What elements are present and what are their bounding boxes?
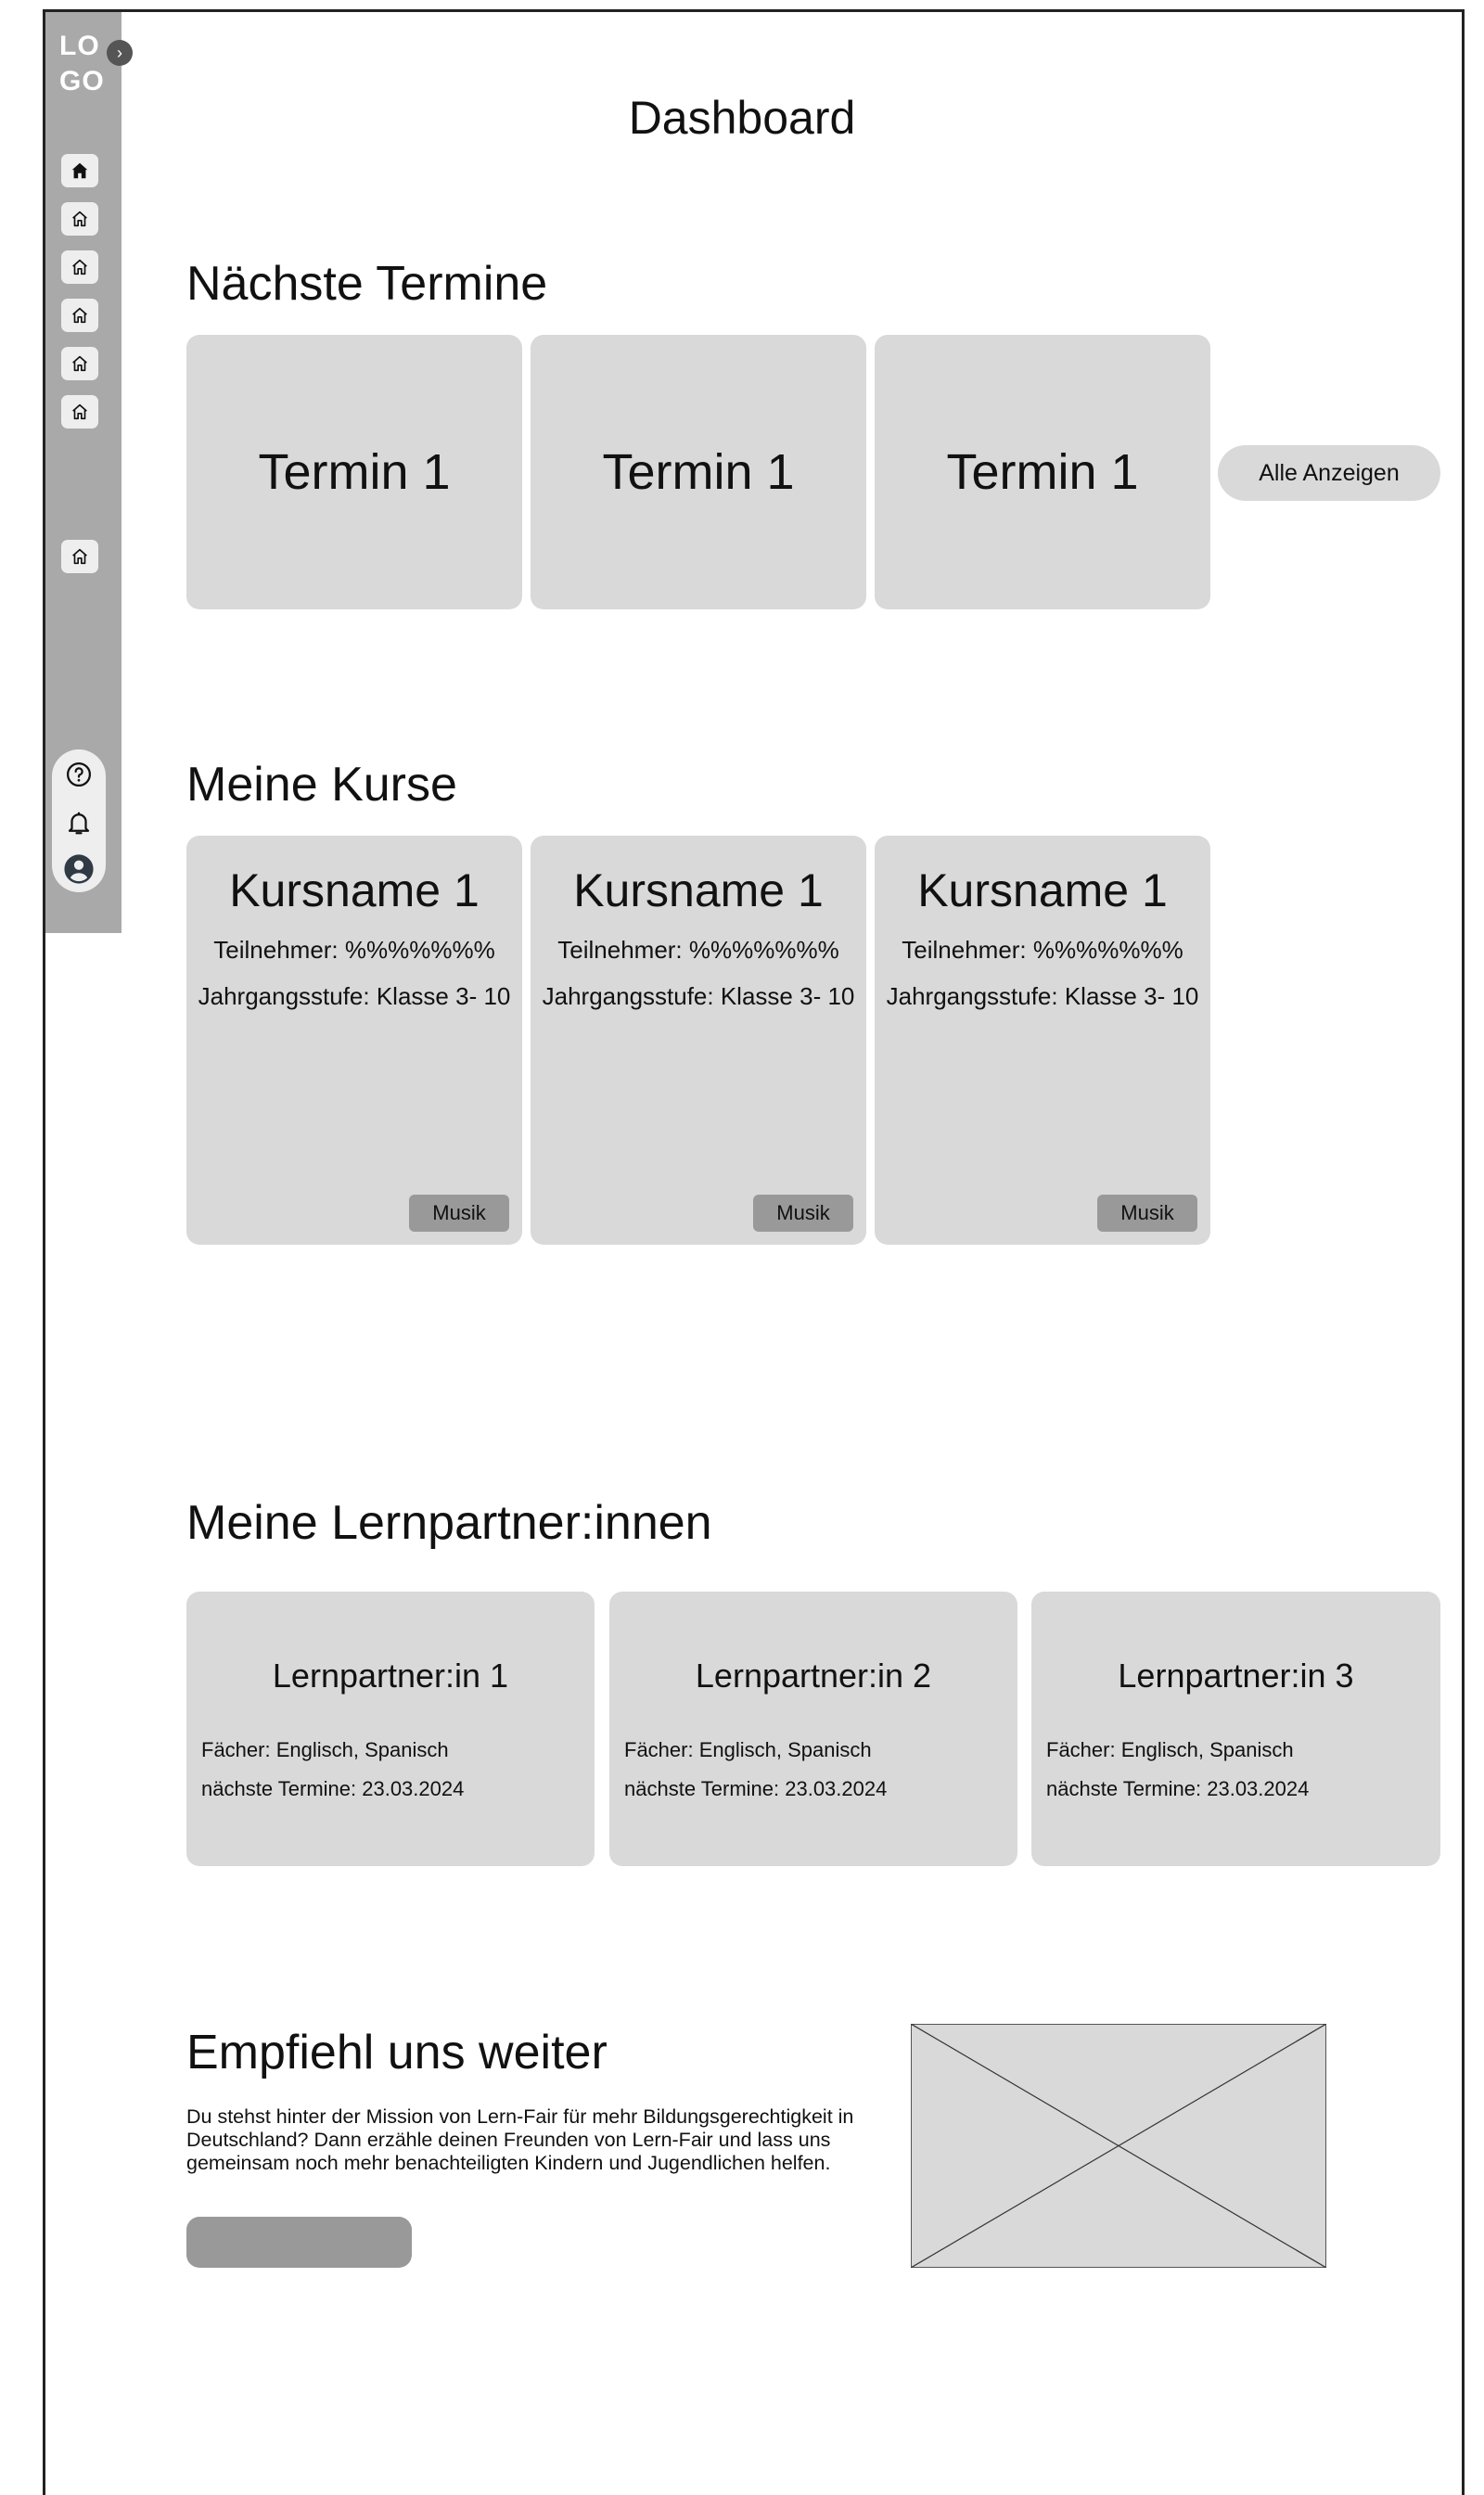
sidebar-item-5[interactable] [61,347,98,380]
appointment-card[interactable]: Termin 1 [531,335,866,609]
course-grade: Jahrgangsstufe: Klasse 3- 10 [198,982,511,1010]
appointment-card[interactable]: Termin 1 [186,335,522,609]
chevron-right-icon[interactable]: › [107,40,133,66]
partner-next-appointment: nächste Termine: 23.03.2024 [624,1777,888,1800]
partner-card[interactable]: Lernpartner:in 1 Fächer: Englisch, Spani… [186,1592,595,1866]
course-card[interactable]: Kursname 1 Teilnehmer: %%%%%%% Jahrgangs… [186,836,522,1245]
bell-icon[interactable] [63,807,95,838]
partner-subjects: Fächer: Englisch, Spanisch [201,1738,449,1761]
home-filled-icon [71,162,88,179]
course-grade: Jahrgangsstufe: Klasse 3- 10 [542,982,855,1010]
page-title: Dashboard [628,92,856,144]
course-participants: Teilnehmer: %%%%%%% [902,936,1183,964]
show-all-appointments-button[interactable]: Alle Anzeigen [1218,445,1440,501]
course-participants: Teilnehmer: %%%%%%% [213,936,495,964]
recommend-text: Du stehst hinter der Mission von Lern-Fa… [186,2105,854,2174]
course-card[interactable]: Kursname 1 Teilnehmer: %%%%%%% Jahrgangs… [531,836,866,1245]
sidebar-item-home[interactable] [61,154,98,187]
partner-name: Lernpartner:in 3 [1118,1657,1354,1695]
course-card[interactable]: Kursname 1 Teilnehmer: %%%%%%% Jahrgangs… [875,836,1210,1245]
partner-card[interactable]: Lernpartner:in 3 Fächer: Englisch, Spani… [1031,1592,1440,1866]
recommend-title: Empfiehl uns weiter [186,2026,608,2079]
partner-next-appointment: nächste Termine: 23.03.2024 [201,1777,465,1800]
sidebar-item-7[interactable] [61,540,98,573]
appointments-title: Nächste Termine [186,257,548,311]
logo-line-1: LO [59,31,100,61]
appointment-card[interactable]: Termin 1 [875,335,1210,609]
recommend-button[interactable] [186,2217,412,2268]
sidebar-item-4[interactable] [61,299,98,332]
home-icon [72,355,87,372]
user-avatar-icon[interactable] [63,853,95,885]
partner-name: Lernpartner:in 1 [272,1657,509,1695]
sidebar-item-2[interactable] [61,202,98,236]
course-participants: Teilnehmer: %%%%%%% [557,936,839,964]
logo[interactable]: LO GO [59,29,115,99]
course-tag: Musik [409,1195,509,1232]
course-tag: Musik [1097,1195,1197,1232]
partner-card[interactable]: Lernpartner:in 2 Fächer: Englisch, Spani… [609,1592,1017,1866]
courses-title: Meine Kurse [186,758,457,812]
course-name: Kursname 1 [573,864,824,916]
partner-name: Lernpartner:in 2 [695,1657,932,1695]
home-icon [72,548,87,565]
partners-title: Meine Lernpartner:innen [186,1496,712,1550]
partner-subjects: Fächer: Englisch, Spanisch [624,1738,872,1761]
home-icon [72,307,87,324]
appointment-label: Termin 1 [258,444,451,500]
home-icon [72,403,87,420]
appointment-label: Termin 1 [602,444,795,500]
image-placeholder-icon [911,2024,1326,2268]
home-icon [72,259,87,275]
course-name: Kursname 1 [917,864,1168,916]
course-name: Kursname 1 [229,864,480,916]
sidebar-item-3[interactable] [61,250,98,284]
sidebar-item-6[interactable] [61,395,98,429]
appointment-label: Termin 1 [946,444,1139,500]
partner-subjects: Fächer: Englisch, Spanisch [1046,1738,1294,1761]
course-tag: Musik [753,1195,853,1232]
home-icon [72,211,87,227]
sidebar-utility-group [52,749,106,892]
course-grade: Jahrgangsstufe: Klasse 3- 10 [886,982,1199,1010]
partner-next-appointment: nächste Termine: 23.03.2024 [1046,1777,1310,1800]
help-icon[interactable] [63,759,95,790]
